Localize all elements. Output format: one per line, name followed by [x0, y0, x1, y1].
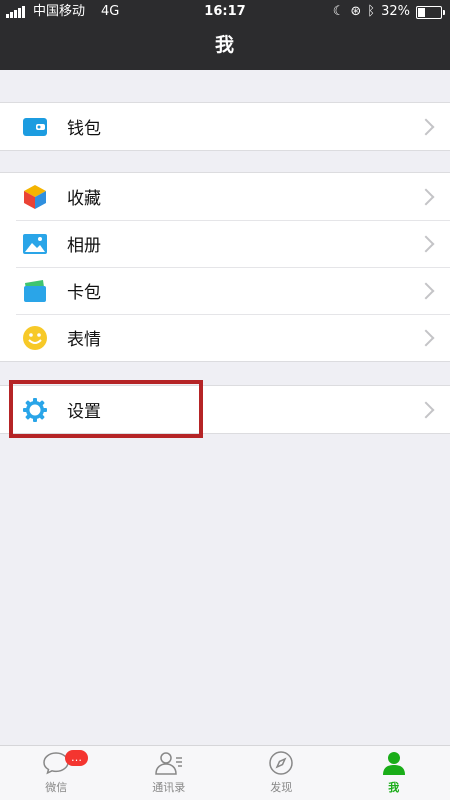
list-item-favorites[interactable]: 收藏 [0, 173, 450, 220]
tab-discover[interactable]: 发现 [225, 746, 338, 800]
top-bar: 中国移动 4G 16:17 ☾ ⊛ ᛒ 32% 我 [0, 0, 450, 70]
chevron-right-icon [417, 329, 435, 346]
list-item-album[interactable]: 相册 [0, 220, 450, 267]
favorites-cube-icon [22, 184, 48, 210]
sticker-smiley-icon [22, 325, 48, 351]
list-group-content: 收藏 相册 卡包 表情 [0, 172, 450, 362]
bottom-tab-bar: … 微信 通讯录 发现 我 [0, 745, 450, 800]
compass-icon [268, 749, 294, 777]
list-item-label: 表情 [67, 330, 101, 350]
tab-label: 微信 [45, 781, 68, 794]
chevron-right-icon [417, 282, 435, 299]
tab-label: 通讯录 [152, 781, 186, 794]
settings-highlight-box [9, 380, 203, 438]
tab-me[interactable]: 我 [338, 746, 450, 800]
battery-icon [416, 5, 445, 19]
unread-badge: … [65, 750, 88, 766]
status-bar: 中国移动 4G 16:17 ☾ ⊛ ᛒ 32% [0, 0, 450, 24]
list-item-label: 卡包 [67, 283, 101, 303]
moon-icon: ☾ [332, 4, 345, 19]
status-right: ☾ ⊛ ᛒ 32% [332, 0, 445, 24]
list-item-label: 相册 [67, 236, 101, 256]
battery-percent: 32% [381, 4, 410, 19]
chevron-right-icon [417, 401, 435, 418]
page-title: 我 [214, 34, 235, 56]
list-group-wallet: 钱包 [0, 102, 450, 151]
card-pack-icon [22, 278, 48, 304]
wallet-icon [22, 114, 48, 140]
contacts-icon [154, 749, 184, 777]
chevron-right-icon [417, 118, 435, 135]
chevron-right-icon [417, 188, 435, 205]
list-item-stickers[interactable]: 表情 [0, 314, 450, 361]
list-item-wallet[interactable]: 钱包 [0, 103, 450, 150]
tab-label: 我 [388, 781, 400, 794]
tab-contacts[interactable]: 通讯录 [113, 746, 226, 800]
tab-label: 发现 [270, 781, 293, 794]
list-item-label: 钱包 [67, 119, 101, 139]
chevron-right-icon [417, 235, 435, 252]
rotation-lock-icon: ⊛ [350, 4, 362, 19]
tab-chats[interactable]: … 微信 [0, 746, 113, 800]
bluetooth-icon: ᛒ [367, 4, 376, 19]
album-picture-icon [22, 231, 48, 257]
me-person-icon [381, 749, 407, 777]
list-item-label: 收藏 [67, 189, 101, 209]
list-item-card-pack[interactable]: 卡包 [0, 267, 450, 314]
wechat-me-screen: 中国移动 4G 16:17 ☾ ⊛ ᛒ 32% 我 钱包 收藏 相册 卡包 表情… [0, 0, 450, 800]
